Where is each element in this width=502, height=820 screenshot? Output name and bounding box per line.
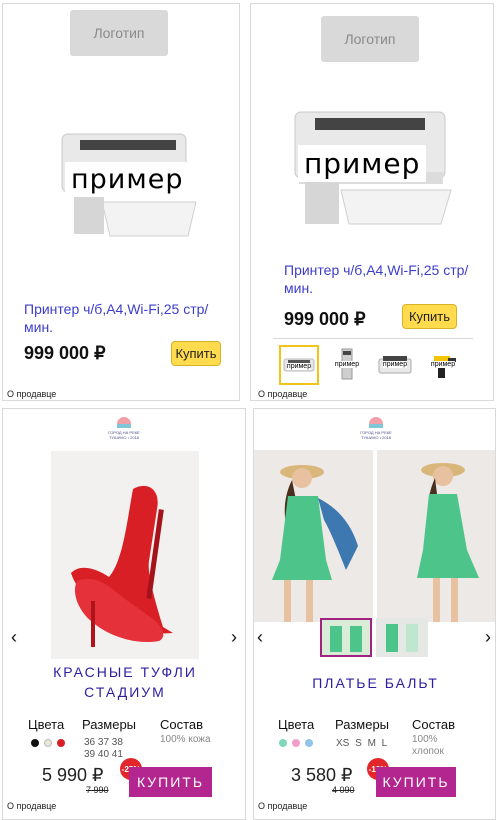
color-swatch-blue[interactable] (305, 739, 313, 747)
product-title[interactable]: ПЛАТЬЕ БАЛЬТ (254, 673, 495, 693)
product-title[interactable]: КРАСНЫЕ ТУФЛИ СТАДИУМ (3, 662, 245, 702)
brand-logo: ГОРОД НА РЕКЕ ТУШИНО • 2018 (99, 416, 149, 440)
composition-value: 100% хлопок (412, 734, 444, 758)
color-swatch-beige[interactable] (44, 739, 52, 747)
color-swatch-mint[interactable] (279, 739, 287, 747)
product-price: 999 000 ₽ (284, 309, 366, 329)
title-line-1: КРАСНЫЕ ТУФЛИ (53, 664, 197, 680)
carousel-prev-arrow[interactable]: ‹ (11, 627, 17, 648)
brand-name: ГОРОД НА РЕКЕ ТУШИНО • 2018 (108, 430, 140, 440)
logo-placeholder: Логотип (70, 10, 168, 56)
product-price: 999 000 ₽ (24, 343, 106, 363)
color-options (279, 739, 318, 747)
colors-label: Цвета (28, 717, 65, 732)
divider (273, 338, 473, 339)
composition-label: Состав (160, 717, 204, 732)
sizes-label: Размеры (335, 717, 390, 732)
seller-link[interactable]: О продавце (7, 801, 56, 811)
title-line-2: СТАДИУМ (84, 684, 166, 700)
color-swatch-pink[interactable] (292, 739, 300, 747)
product-image-2[interactable] (377, 450, 495, 622)
buy-button[interactable]: КУПИТЬ (129, 767, 212, 797)
thumbnail-label: пример (382, 361, 408, 368)
thumbnail-label: пример (334, 361, 360, 368)
carousel-next-arrow[interactable]: › (485, 627, 491, 648)
image-watermark-label: пример (65, 162, 190, 197)
product-price: 3 580 ₽ (291, 765, 353, 785)
color-swatch-red[interactable] (57, 739, 65, 747)
buy-button[interactable]: Купить (402, 304, 457, 329)
ad-card-printer[interactable]: Логотип пример Принтер ч/б,A4,Wi-Fi,25 с… (2, 3, 240, 401)
brand-name: ГОРОД НА РЕКЕ ТУШИНО • 2018 (360, 430, 392, 440)
product-image-1[interactable] (254, 450, 373, 622)
sizes-label: Размеры (82, 717, 137, 732)
color-swatch-black[interactable] (31, 739, 39, 747)
thumbnail-label: пример (286, 363, 312, 370)
old-price: 4 090 (332, 785, 355, 795)
thumbnail-1[interactable] (320, 618, 372, 657)
thumbnail-strip: пример пример пример пример (279, 345, 471, 385)
product-title[interactable]: Принтер ч/б,A4,Wi-Fi,25 стр/мин. (24, 300, 236, 336)
ad-card-dress[interactable]: ГОРОД НА РЕКЕ ТУШИНО • 2018 ‹ › ПЛАТЬЕ Б… (253, 408, 496, 820)
composition-line-2: хлопок (412, 746, 444, 757)
seller-link[interactable]: О продавце (258, 389, 307, 399)
logo-placeholder: Логотип (321, 16, 419, 62)
thumbnail-label: пример (430, 361, 456, 368)
seller-link[interactable]: О продавце (258, 801, 307, 811)
color-options (31, 739, 70, 747)
composition-line-1: 100% (412, 734, 438, 745)
product-title[interactable]: Принтер ч/б,A4,Wi-Fi,25 стр/мин. (284, 261, 484, 297)
sizes-row-1: 36 37 38 (84, 737, 123, 748)
product-price: 5 990 ₽ (42, 765, 104, 785)
carousel-prev-arrow[interactable]: ‹ (257, 627, 263, 648)
image-watermark-label: пример (298, 145, 427, 182)
brand-logo: ГОРОД НА РЕКЕ ТУШИНО • 2018 (351, 416, 401, 440)
thumbnail-2[interactable] (376, 618, 428, 657)
thumbnail-1[interactable]: пример (279, 345, 319, 385)
buy-button[interactable]: КУПИТЬ (376, 767, 456, 797)
ad-card-printer-thumbs[interactable]: Логотип пример Принтер ч/б,A4,Wi-Fi,25 с… (250, 3, 494, 401)
seller-link[interactable]: О продавце (7, 389, 56, 399)
buy-button[interactable]: Купить (171, 341, 221, 366)
ad-card-shoes[interactable]: ГОРОД НА РЕКЕ ТУШИНО • 2018 ‹ › КРАСНЫЕ … (2, 408, 246, 820)
product-image[interactable] (51, 451, 199, 659)
thumbnail-4[interactable]: пример (423, 345, 463, 385)
colors-label: Цвета (278, 717, 315, 732)
old-price: 7 990 (86, 785, 109, 795)
sizes-row-2: 39 40 41 (84, 749, 123, 760)
size-options[interactable]: 36 37 38 39 40 41 (84, 737, 123, 761)
composition-value: 100% кожа (160, 734, 211, 745)
composition-label: Состав (412, 717, 456, 732)
thumbnail-3[interactable]: пример (375, 345, 415, 385)
size-options[interactable]: XS S M L (336, 738, 387, 750)
carousel-next-arrow[interactable]: › (231, 627, 237, 648)
thumbnail-2[interactable]: пример (327, 345, 367, 385)
